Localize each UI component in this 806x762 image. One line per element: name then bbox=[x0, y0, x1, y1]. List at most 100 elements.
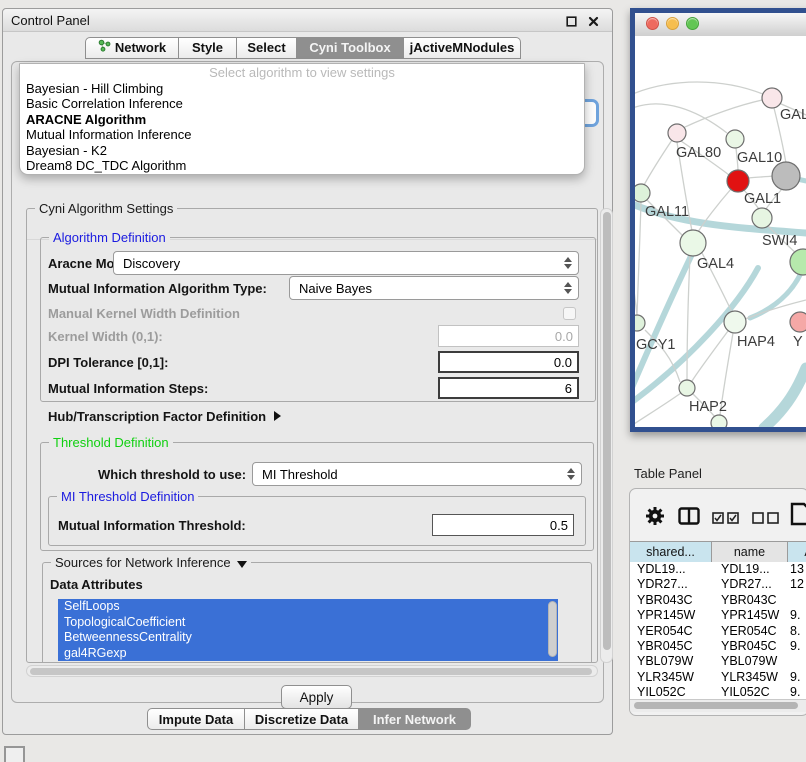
minimize-traffic-light-icon[interactable] bbox=[666, 17, 679, 30]
deselect-all-checkboxes-icon[interactable] bbox=[752, 511, 780, 529]
network-node[interactable] bbox=[724, 311, 746, 333]
column-header-shared-name[interactable]: shared... bbox=[630, 542, 712, 563]
table-horizontal-scrollbar[interactable] bbox=[630, 699, 806, 712]
network-node[interactable] bbox=[772, 162, 800, 190]
table-row[interactable]: YDL19...YDL19...13 bbox=[630, 562, 806, 577]
sources-title[interactable]: Sources for Network Inference bbox=[51, 555, 251, 570]
show-columns-icon[interactable] bbox=[678, 507, 700, 530]
network-node[interactable] bbox=[711, 415, 727, 427]
network-node[interactable] bbox=[668, 124, 686, 142]
hub-section-toggle[interactable]: Hub/Transcription Factor Definition bbox=[48, 409, 281, 424]
column-header-partial[interactable]: A bbox=[788, 542, 806, 563]
mi-threshold-field[interactable]: 0.5 bbox=[432, 514, 574, 536]
tab-cyni-toolbox[interactable]: Cyni Toolbox bbox=[297, 37, 404, 59]
network-edge[interactable] bbox=[687, 256, 690, 380]
table-row[interactable]: YER054CYER054C8. bbox=[630, 624, 806, 639]
dpi-tolerance-field[interactable]: 0.0 bbox=[438, 351, 579, 373]
network-node[interactable] bbox=[679, 380, 695, 396]
table-row[interactable]: YDR27...YDR27...12 bbox=[630, 577, 806, 592]
column-header-name[interactable]: name bbox=[712, 542, 788, 563]
tab-label: Cyni Toolbox bbox=[309, 37, 390, 59]
mi-steps-field[interactable]: 6 bbox=[438, 377, 579, 399]
attributes-scrollbar-thumb[interactable] bbox=[548, 601, 557, 657]
algorithm-option-bayesian-k2[interactable]: Bayesian - K2 bbox=[20, 143, 584, 158]
tab-impute-data[interactable]: Impute Data bbox=[147, 708, 245, 730]
table-row[interactable]: YBR045CYBR045C9. bbox=[630, 639, 806, 654]
close-icon[interactable] bbox=[588, 14, 600, 26]
network-edge[interactable] bbox=[635, 82, 772, 98]
network-edge[interactable] bbox=[637, 202, 641, 315]
network-edge-highlighted[interactable] bbox=[764, 368, 806, 427]
network-node[interactable] bbox=[726, 130, 744, 148]
algorithm-option-basic-correlation-inference[interactable]: Basic Correlation Inference bbox=[20, 96, 584, 111]
close-traffic-light-icon[interactable] bbox=[646, 17, 659, 30]
algorithm-option-mutual-information-inference[interactable]: Mutual Information Inference bbox=[20, 127, 584, 142]
table-cell: YDL19... bbox=[630, 562, 712, 577]
network-node[interactable] bbox=[762, 88, 782, 108]
algorithm-option-bayesian-hill-climbing[interactable]: Bayesian - Hill Climbing bbox=[20, 81, 584, 96]
network-edge-highlighted[interactable] bbox=[750, 273, 801, 318]
attribute-item-selfloops[interactable]: SelfLoops bbox=[58, 599, 558, 615]
network-edge[interactable] bbox=[748, 176, 773, 178]
stepper-icon bbox=[563, 282, 572, 294]
algorithm-option-dream8-dc-tdc-algorithm[interactable]: Dream8 DC_TDC Algorithm bbox=[20, 158, 584, 173]
minimized-panel-icon[interactable] bbox=[4, 746, 25, 762]
kernel-width-value: 0.0 bbox=[555, 329, 573, 344]
table-row[interactable]: YPR145WYPR145W9. bbox=[630, 608, 806, 623]
mi-type-combo[interactable]: Naive Bayes bbox=[289, 276, 579, 300]
network-node[interactable] bbox=[790, 249, 806, 275]
network-node[interactable] bbox=[790, 312, 806, 332]
tab-infer-network[interactable]: Infer Network bbox=[359, 708, 471, 730]
screen: Control Panel NetworkStyleSelect Cyni Too… bbox=[0, 0, 806, 762]
which-threshold-combo[interactable]: MI Threshold bbox=[252, 462, 582, 486]
settings-vertical-scrollbar-thumb[interactable] bbox=[603, 212, 611, 650]
network-edge[interactable] bbox=[692, 331, 728, 381]
tab-discretize-data[interactable]: Discretize Data bbox=[245, 708, 359, 730]
mi-threshold-value: 0.5 bbox=[550, 518, 568, 533]
attribute-item-gal4rgexp[interactable]: gal4RGexp bbox=[58, 646, 558, 662]
new-table-document-icon[interactable] bbox=[790, 501, 806, 532]
settings-horizontal-scrollbar[interactable] bbox=[26, 665, 598, 677]
node-label-gcy1: GCY1 bbox=[636, 337, 676, 353]
zoom-traffic-light-icon[interactable] bbox=[686, 17, 699, 30]
table-cell: YER054C bbox=[712, 624, 788, 639]
node-label-gal1: GAL1 bbox=[744, 191, 781, 207]
table-row[interactable]: YLR345WYLR345W9. bbox=[630, 670, 806, 685]
tab-jactivemnodules[interactable]: jActiveMNodules bbox=[404, 37, 521, 59]
tab-label: jActiveMNodules bbox=[410, 37, 515, 59]
attribute-item-topologicalcoefficient[interactable]: TopologicalCoefficient bbox=[58, 615, 558, 631]
tab-style[interactable]: Style bbox=[179, 37, 237, 59]
settings-vertical-scrollbar[interactable] bbox=[600, 208, 613, 663]
table-horizontal-scrollbar-thumb[interactable] bbox=[634, 702, 798, 709]
network-edge[interactable] bbox=[644, 140, 672, 185]
network-edge[interactable] bbox=[683, 98, 772, 128]
data-attributes-list[interactable]: SelfLoopsTopologicalCoefficientBetweenne… bbox=[58, 599, 558, 661]
settings-horizontal-scrollbar-thumb[interactable] bbox=[30, 668, 592, 675]
algorithm-option-aracne-algorithm[interactable]: ARACNE Algorithm bbox=[20, 112, 584, 127]
attribute-item-betweennesscentrality[interactable]: BetweennessCentrality bbox=[58, 630, 558, 646]
tab-network[interactable]: Network bbox=[85, 37, 179, 59]
manual-kernel-checkbox[interactable] bbox=[563, 307, 576, 320]
which-threshold-label: Which threshold to use: bbox=[98, 467, 246, 482]
network-node[interactable] bbox=[635, 184, 650, 202]
network-window-titlebar[interactable] bbox=[635, 13, 806, 37]
float-window-icon[interactable] bbox=[566, 14, 578, 26]
table-row[interactable]: YBR043CYBR043C bbox=[630, 593, 806, 608]
mi-steps-value: 6 bbox=[565, 381, 572, 396]
network-node[interactable] bbox=[635, 315, 645, 331]
network-canvas[interactable]: GALGAL80GAL10GAL1GAL11SWI4GAL4GCY1HAP4YH… bbox=[635, 36, 806, 427]
table-header-row: shared... name A bbox=[630, 541, 806, 564]
kernel-width-field[interactable]: 0.0 bbox=[438, 325, 579, 347]
network-node[interactable] bbox=[727, 170, 749, 192]
network-node[interactable] bbox=[680, 230, 706, 256]
table-row[interactable]: YIL052CYIL052C9. bbox=[630, 685, 806, 699]
aracne-mode-combo[interactable]: Discovery bbox=[113, 251, 579, 275]
control-panel-titlebar: Control Panel bbox=[3, 9, 612, 32]
tab-select[interactable]: Select bbox=[237, 37, 297, 59]
select-all-checkboxes-icon[interactable] bbox=[712, 511, 740, 529]
table-cell: YBL079W bbox=[630, 654, 712, 669]
apply-button[interactable]: Apply bbox=[281, 685, 352, 709]
network-node[interactable] bbox=[752, 208, 772, 228]
table-row[interactable]: YBL079WYBL079W bbox=[630, 654, 806, 669]
table-options-gear-icon[interactable] bbox=[644, 505, 666, 532]
